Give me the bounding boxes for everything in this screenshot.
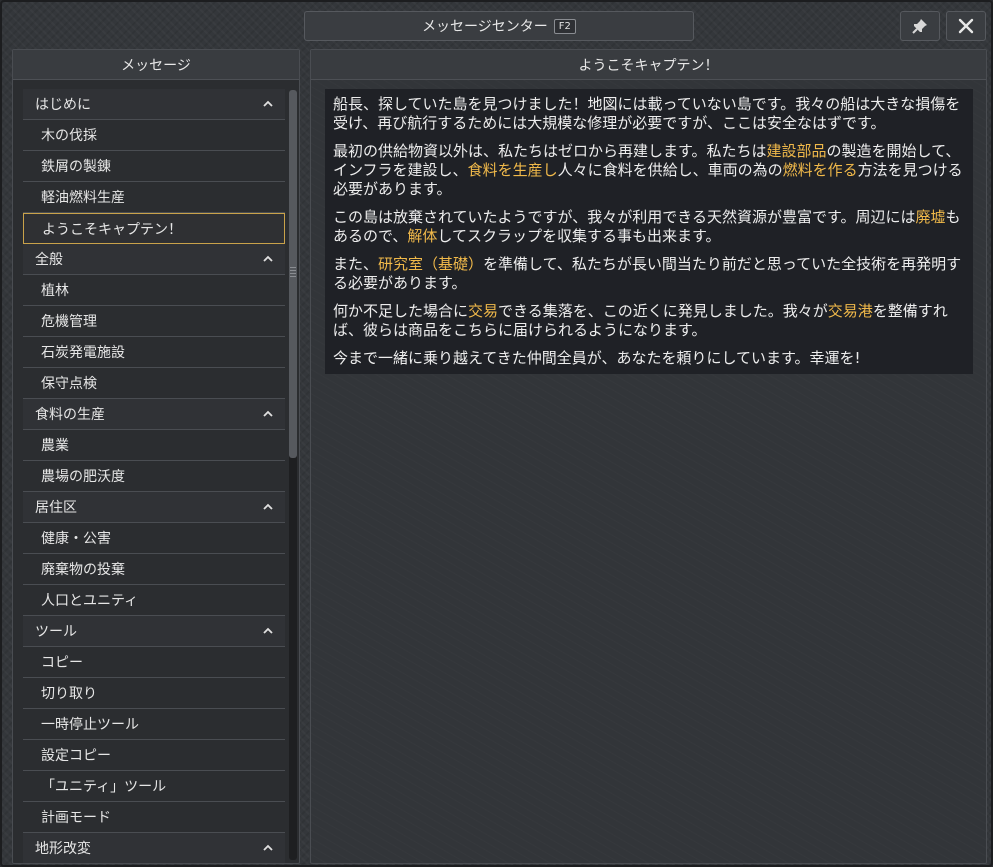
message-text: できる集落を、この近くに発見しました。我々が	[498, 302, 828, 320]
list-item[interactable]: 一時停止ツール	[23, 709, 285, 740]
section-label: はじめに	[35, 97, 91, 113]
highlight-link[interactable]: 建設部品	[767, 142, 827, 160]
message-center-window: メッセージセンター F2 メッセージ はじめに 木の伐採 鉄屑の製錬 軽油燃料生…	[0, 0, 993, 867]
message-text: 今まで一緒に乗り越えてきた仲間全員が、あなたを頼りにしています。幸運を!	[333, 349, 861, 367]
message-paragraph: 何か不足した場合に交易できる集落を、この近くに発見しました。我々が交易港を整備す…	[333, 302, 965, 340]
list-item-label: 廃棄物の投棄	[41, 562, 125, 578]
list-item[interactable]: 植林	[23, 275, 285, 306]
chevron-up-icon[interactable]	[261, 624, 275, 638]
list-item[interactable]: 切り取り	[23, 678, 285, 709]
list-item-label: 石炭発電施設	[41, 345, 125, 361]
list-item-label: 危機管理	[41, 314, 97, 330]
scrollbar-thumb[interactable]	[289, 90, 297, 458]
list-item[interactable]: 保守点検	[23, 368, 285, 399]
message-text: 人々に食料を供給し、車両の為の	[557, 161, 783, 179]
close-icon	[958, 18, 974, 34]
list-item[interactable]: 設定コピー	[23, 740, 285, 771]
list-item[interactable]: 農場の肥沃度	[23, 461, 285, 492]
chevron-up-icon[interactable]	[261, 500, 275, 514]
window-titlebar: メッセージセンター F2	[304, 11, 694, 41]
section-label: 全般	[35, 252, 63, 268]
list-item[interactable]: 健康・公害	[23, 523, 285, 554]
section-terrain[interactable]: 地形改変	[23, 833, 285, 864]
list-item-label: 保守点検	[41, 376, 97, 392]
highlight-link[interactable]: 廃墟	[915, 208, 945, 226]
scrollbar[interactable]	[289, 90, 297, 860]
list-item-label: 健康・公害	[41, 531, 111, 547]
list-item[interactable]: 「ユニティ」ツール	[23, 771, 285, 802]
chevron-up-icon[interactable]	[261, 97, 275, 111]
pin-icon	[912, 19, 927, 34]
list-item-label: 植林	[41, 283, 69, 299]
message-text: 最初の供給物資以外は、私たちはゼロから再建します。私たちは	[333, 142, 767, 160]
message-paragraph: 最初の供給物資以外は、私たちはゼロから再建します。私たちは建設部品の製造を開始し…	[333, 142, 965, 199]
message-paragraph: この島は放棄されていたようですが、我々が利用できる天然資源が豊富です。周辺には廃…	[333, 208, 965, 246]
section-general[interactable]: 全般	[23, 244, 285, 275]
message-paragraph: また、研究室（基礎）を準備して、私たちが長い間当たり前だと思っていた全技術を再発…	[333, 255, 965, 293]
chevron-up-icon[interactable]	[261, 252, 275, 266]
list-item-label: コピー	[41, 655, 83, 671]
list-item-selected[interactable]: ようこそキャプテン！	[23, 213, 285, 244]
message-list-header: メッセージ	[13, 50, 299, 80]
message-list: はじめに 木の伐採 鉄屑の製錬 軽油燃料生産 ようこそキャプテン！ 全般 植林 …	[23, 89, 285, 864]
list-item-label: 農場の肥沃度	[41, 469, 125, 485]
highlight-link[interactable]: 燃料を作る	[783, 161, 858, 179]
section-label: 居住区	[35, 500, 77, 516]
list-item-label: 設定コピー	[41, 748, 111, 764]
list-item-label: 「ユニティ」ツール	[41, 779, 167, 795]
message-paragraph: 今まで一緒に乗り越えてきた仲間全員が、あなたを頼りにしています。幸運を!	[333, 349, 965, 368]
list-item-label: 切り取り	[41, 686, 97, 702]
message-paragraph: 船長、探していた島を見つけました！地図には載っていない島です。我々の船は大きな損…	[333, 95, 965, 133]
pin-button[interactable]	[900, 11, 940, 41]
list-item-label: 農業	[41, 438, 69, 454]
message-text: この島は放棄されていたようですが、我々が利用できる天然資源が豊富です。周辺には	[333, 208, 916, 226]
message-text: 何か不足した場合に	[333, 302, 469, 320]
message-title: ようこそキャプテン！	[311, 50, 986, 80]
list-item[interactable]: 鉄屑の製錬	[23, 151, 285, 182]
list-item-label: 計画モード	[41, 810, 111, 826]
list-item[interactable]: 石炭発電施設	[23, 337, 285, 368]
chevron-up-icon[interactable]	[261, 841, 275, 855]
list-item[interactable]: 農業	[23, 430, 285, 461]
hotkey-badge: F2	[553, 18, 576, 34]
section-food-production[interactable]: 食料の生産	[23, 399, 285, 430]
highlight-link[interactable]: 交易	[468, 302, 498, 320]
list-item[interactable]: 木の伐採	[23, 120, 285, 151]
list-item-label: 一時停止ツール	[41, 717, 139, 733]
section-label: ツール	[35, 624, 77, 640]
list-item[interactable]: 人口とユニティ	[23, 585, 285, 616]
section-label: 食料の生産	[35, 407, 105, 423]
message-body: 船長、探していた島を見つけました！地図には載っていない島です。我々の船は大きな損…	[325, 89, 973, 374]
message-text: してスクラップを収集する事も出来ます。	[437, 227, 721, 245]
highlight-link[interactable]: 研究室（基礎）	[378, 255, 483, 273]
close-button[interactable]	[946, 11, 986, 41]
section-tools[interactable]: ツール	[23, 616, 285, 647]
list-item[interactable]: 計画モード	[23, 802, 285, 833]
chevron-up-icon[interactable]	[261, 407, 275, 421]
window-title: メッセージセンター	[422, 19, 548, 35]
highlight-link[interactable]: 解体	[407, 227, 437, 245]
message-detail-panel: ようこそキャプテン！ 船長、探していた島を見つけました！地図には載っていない島で…	[310, 49, 987, 864]
highlight-link[interactable]: 食料を生産し	[468, 161, 558, 179]
section-label: 地形改変	[35, 841, 91, 857]
scroll-grip-icon	[290, 267, 296, 277]
list-item-label: ようこそキャプテン！	[42, 221, 182, 238]
section-hajimeni[interactable]: はじめに	[23, 89, 285, 120]
list-item-label: 木の伐採	[41, 128, 97, 144]
message-text: また、	[333, 255, 379, 273]
list-item-label: 軽油燃料生産	[41, 190, 125, 206]
message-text: 船長、探していた島を見つけました！地図には載っていない島です。我々の船は大きな損…	[333, 95, 961, 132]
list-item[interactable]: コピー	[23, 647, 285, 678]
list-item-label: 鉄屑の製錬	[41, 159, 111, 175]
list-item[interactable]: 危機管理	[23, 306, 285, 337]
list-item[interactable]: 軽油燃料生産	[23, 182, 285, 213]
section-housing[interactable]: 居住区	[23, 492, 285, 523]
highlight-link[interactable]: 交易港	[828, 302, 873, 320]
list-item[interactable]: 廃棄物の投棄	[23, 554, 285, 585]
message-list-panel: メッセージ はじめに 木の伐採 鉄屑の製錬 軽油燃料生産 ようこそキャプテン！ …	[12, 49, 300, 864]
list-item-label: 人口とユニティ	[41, 593, 139, 609]
